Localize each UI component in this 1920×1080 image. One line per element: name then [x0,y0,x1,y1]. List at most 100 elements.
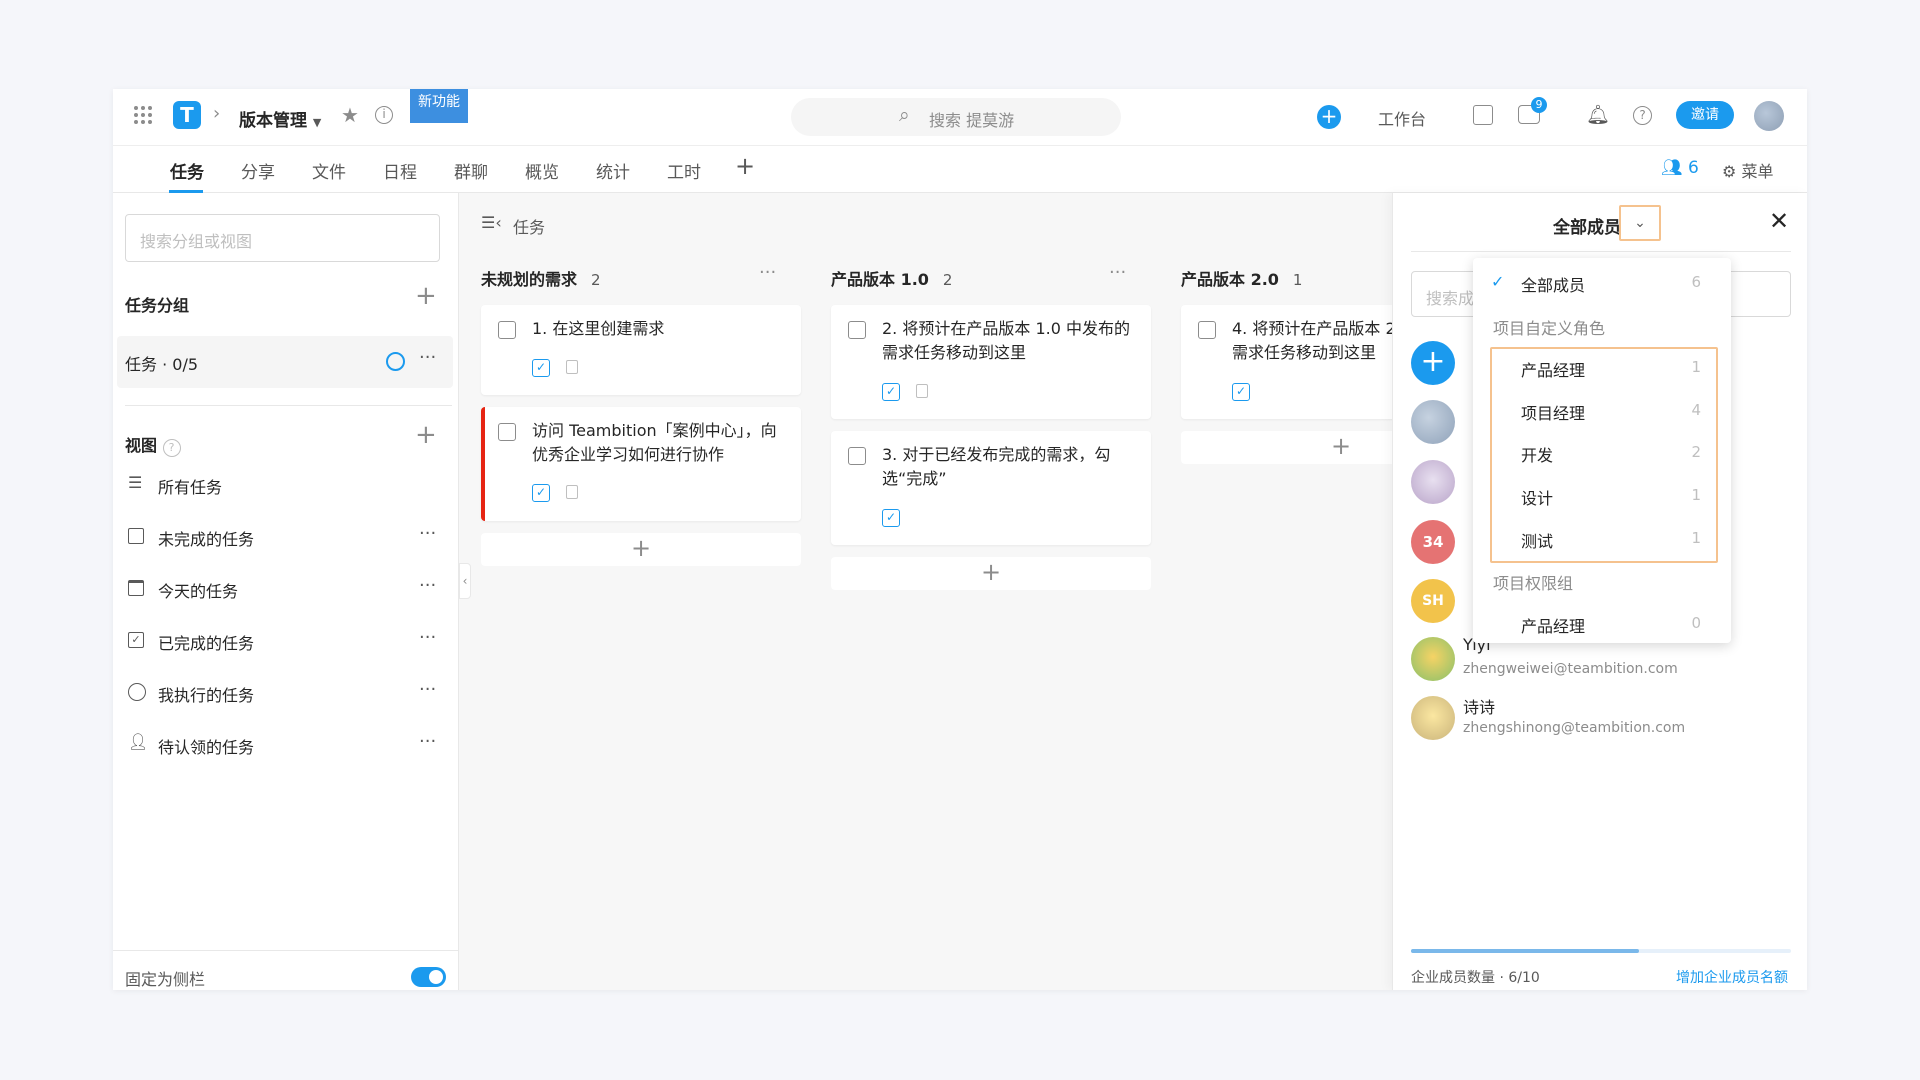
view-unclaimed-tasks[interactable]: 👤︎ 待认领的任务 ··· [113,723,459,767]
column-more-icon[interactable]: ··· [1109,262,1126,283]
task-checkbox[interactable] [1198,321,1216,339]
increase-quota-link[interactable]: 增加企业成员名额 [1676,967,1788,987]
dropdown-item-perm-group[interactable]: 产品经理 [1521,613,1585,637]
more-icon[interactable]: ··· [419,627,436,648]
top-bar: T › 版本管理 ▼ ★ i 新功能 ⌕ 搜索 提莫游 + 工作台 9 🔔︎ ?… [113,89,1807,146]
task-checkbox[interactable] [848,321,866,339]
collapse-handle[interactable]: ‹ [459,563,471,599]
more-icon[interactable]: ··· [419,679,436,700]
app-logo-icon[interactable]: T [173,101,201,129]
dropdown-count: 0 [1691,614,1701,632]
tab-work-hours[interactable]: 工时 [667,158,701,183]
pin-sidebar-label: 固定为侧栏 [125,970,206,989]
dropdown-item-role[interactable]: 产品经理 [1521,357,1585,381]
member-quota-label: 企业成员数量 · 6/10 [1411,970,1540,986]
avatar [1411,696,1455,740]
custom-roles-heading: 项目自定义角色 [1493,319,1606,338]
add-group-button[interactable]: + [415,281,437,311]
tab-files[interactable]: 文件 [312,158,346,183]
sidebar: 搜索分组或视图 任务分组 + 任务 · 0/5 ··· 视图 ? + ☰ 所有任… [113,193,459,990]
tab-group-chat[interactable]: 群聊 [454,158,488,183]
dropdown-item-all[interactable]: 全部成员 [1521,272,1585,296]
create-plus-icon[interactable]: + [1317,105,1341,129]
add-member-icon[interactable]: + [1411,341,1455,385]
task-title: 2. 将预计在产品版本 1.0 中发布的需求任务移动到这里 [882,319,1130,362]
checkbox-icon [128,528,144,544]
view-label: 未完成的任务 [158,530,255,549]
tab-tasks[interactable]: 任务 [170,158,204,183]
menu-button[interactable]: ⚙︎ 菜单 [1722,158,1773,182]
avatar [1411,400,1455,444]
dropdown-count: 2 [1691,443,1701,461]
dropdown-item-role[interactable]: 项目经理 [1521,400,1585,424]
add-task-button[interactable]: + [831,557,1151,590]
note-icon [916,384,928,398]
task-checkbox[interactable] [498,321,516,339]
global-search[interactable]: ⌕ 搜索 提莫游 [791,98,1121,136]
task-card[interactable]: 2. 将预计在产品版本 1.0 中发布的需求任务移动到这里 ✓ [831,305,1151,419]
user-add-icon: 👤︎ [128,732,149,751]
view-completed-tasks[interactable]: ✓ 已完成的任务 ··· [113,619,459,663]
view-label: 所有任务 [158,478,223,497]
tab-statistics[interactable]: 统计 [596,158,630,183]
task-card[interactable]: 1. 在这里创建需求 ✓ [481,305,801,395]
avatar: 34 [1411,520,1455,564]
add-task-button[interactable]: + [481,533,801,566]
member-name: 诗诗 [1463,698,1496,717]
check-icon: ✓ [1491,272,1505,291]
task-checkbox[interactable] [498,423,516,441]
calendar-icon[interactable] [1473,105,1493,125]
task-card[interactable]: 访问 Teambition「案例中心」，向优秀企业学习如何进行协作 ✓ [481,407,801,521]
workbench-link[interactable]: 工作台 [1378,106,1426,130]
user-avatar[interactable] [1754,101,1784,131]
collapse-sidebar-icon[interactable]: ☰‹ [481,213,502,232]
project-title[interactable]: 版本管理 ▼ [239,106,321,131]
help-icon[interactable]: ? [1633,106,1652,125]
tab-schedule[interactable]: 日程 [383,158,417,183]
members-button[interactable]: 👥︎ 6 [1661,158,1699,178]
close-icon[interactable]: ✕ [1769,207,1789,235]
sidebar-search-input[interactable]: 搜索分组或视图 [125,214,440,262]
usage-bar-fill [1411,949,1639,953]
global-search-placeholder: 搜索 提莫游 [929,111,1015,130]
invite-button[interactable]: 邀请 [1676,101,1734,129]
view-my-tasks[interactable]: 我执行的任务 ··· [113,671,459,715]
apps-grid-icon[interactable] [133,105,153,125]
star-icon[interactable]: ★ [341,103,359,127]
task-type-icon: ✓ [532,484,550,502]
task-title: 1. 在这里创建需求 [532,319,665,338]
progress-ring-icon [386,352,405,371]
task-card[interactable]: 3. 对于已经发布完成的需求，勾选“完成” ✓ [831,431,1151,545]
add-view-button[interactable]: + [415,420,437,450]
pin-sidebar-toggle[interactable] [411,967,446,987]
dropdown-item-role[interactable]: 开发 [1521,442,1553,466]
member-filter-dropdown: ✓ 全部成员 6 项目自定义角色 产品经理 1 项目经理 4 开发 2 设计 1… [1473,258,1731,643]
bell-icon[interactable]: 🔔︎ [1586,103,1610,126]
task-type-icon: ✓ [882,383,900,401]
more-icon[interactable]: ··· [419,347,436,368]
view-today-tasks[interactable]: 今天的任务 ··· [113,567,459,611]
more-icon[interactable]: ··· [419,575,436,596]
members-icon: 👥︎ [1661,158,1683,178]
tab-share[interactable]: 分享 [241,158,275,183]
more-icon[interactable]: ··· [419,523,436,544]
tab-overview[interactable]: 概览 [525,158,559,183]
members-filter-title[interactable]: 全部成员 [1553,213,1621,238]
view-incomplete-tasks[interactable]: 未完成的任务 ··· [113,515,459,559]
task-group-label: 任务 · 0/5 [125,355,199,374]
filter-dropdown-toggle[interactable]: ⌄ [1619,205,1661,241]
more-icon[interactable]: ··· [419,731,436,752]
help-circle-icon[interactable]: ? [162,439,181,457]
view-label: 待认领的任务 [158,738,255,757]
view-all-tasks[interactable]: ☰ 所有任务 [113,463,459,507]
new-feature-badge[interactable]: 新功能 [410,89,468,123]
task-group-item[interactable]: 任务 · 0/5 ··· [117,336,453,388]
column-more-icon[interactable]: ··· [759,262,776,283]
divider [125,405,452,406]
dropdown-item-role[interactable]: 测试 [1521,528,1553,552]
task-checkbox[interactable] [848,447,866,465]
info-icon[interactable]: i [375,106,393,124]
dropdown-item-role[interactable]: 设计 [1521,485,1553,509]
task-type-icon: ✓ [882,509,900,527]
add-tab-button[interactable]: + [735,152,755,180]
